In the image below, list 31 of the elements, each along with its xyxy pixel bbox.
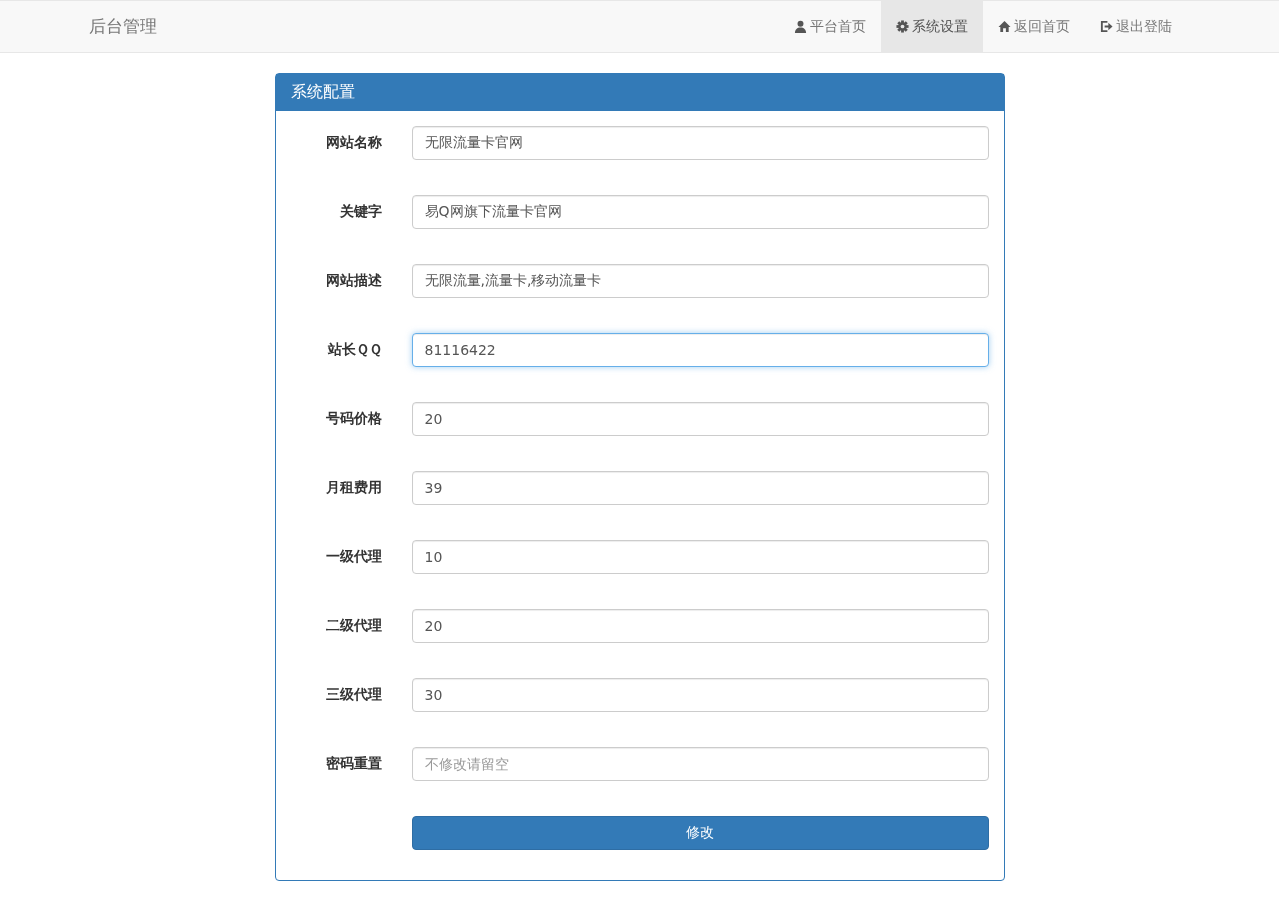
field-label: 站长ＱＱ	[326, 341, 382, 359]
input-field[interactable]: 10	[411, 540, 989, 574]
field-label: 密码重置	[324, 755, 382, 773]
nav-link[interactable]: 系统设置	[880, 1, 983, 52]
field-label: 二级代理	[324, 617, 382, 635]
field-label: 一级代理	[324, 548, 382, 566]
field-label: 网站描述	[324, 272, 382, 290]
input-field[interactable]: 20	[411, 609, 989, 643]
settings-icon	[895, 20, 909, 33]
input-field[interactable]: 无限流量,流量卡,移动流量卡	[411, 264, 989, 298]
input-field[interactable]: 无限流量卡官网	[411, 126, 989, 160]
input-field[interactable]: 易Q网旗下流量卡官网	[411, 195, 989, 229]
input-field[interactable]: 30	[411, 678, 989, 712]
logout-icon	[1099, 20, 1113, 33]
field-label: 月租费用	[324, 479, 382, 497]
input-field[interactable]: 81116422	[411, 333, 989, 367]
brand-link[interactable]: 后台管理	[69, 1, 157, 52]
field-label: 号码价格	[324, 410, 382, 428]
input-field[interactable]: 20	[411, 402, 989, 436]
field-label: 三级代理	[324, 686, 382, 704]
nav-link[interactable]: 平台首页	[778, 1, 881, 52]
nav-link[interactable]: 返回首页	[982, 1, 1085, 52]
home-icon	[997, 20, 1011, 33]
submit-button[interactable]: 修改	[411, 816, 989, 850]
nav-link[interactable]: 退出登陆	[1084, 1, 1187, 52]
field-label: 关键字	[338, 203, 382, 221]
input-field[interactable]: 不修改请留空	[411, 747, 989, 781]
input-field[interactable]: 39	[411, 471, 989, 505]
user-icon	[793, 20, 807, 33]
field-label: 网站名称	[324, 134, 382, 152]
panel-title: 系统配置	[275, 74, 1004, 111]
